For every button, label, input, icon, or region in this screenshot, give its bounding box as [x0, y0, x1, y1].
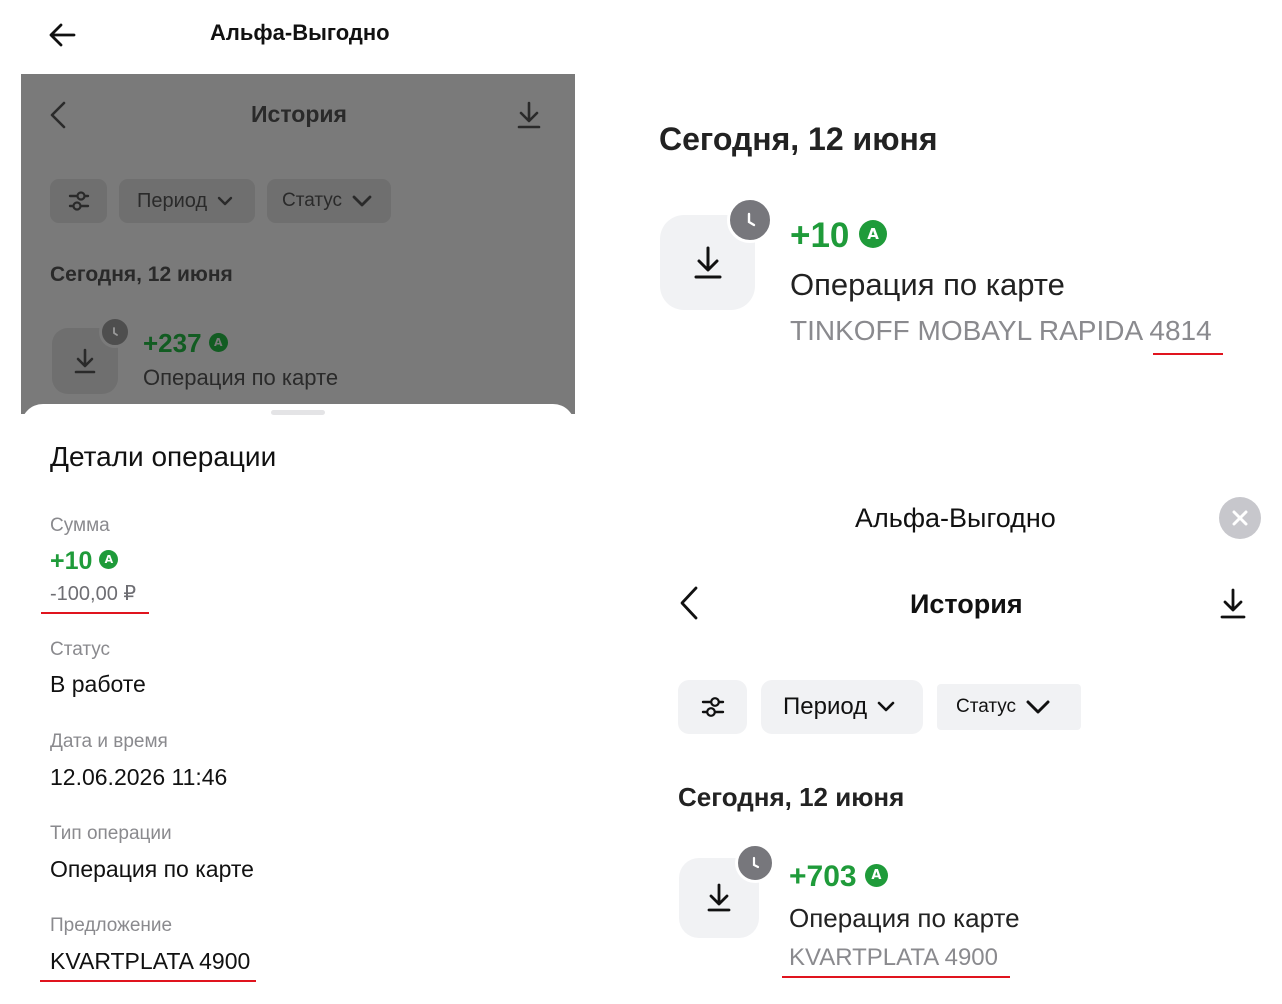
- status-filter[interactable]: Статус: [267, 179, 391, 223]
- details-title: Детали операции: [50, 441, 277, 472]
- pending-clock-badge: [99, 316, 131, 348]
- operation-amount: +237: [143, 328, 202, 358]
- offer-label: Предложение: [50, 915, 173, 936]
- sum-rub: -100,00 ₽: [50, 583, 137, 605]
- offer-value: KVARTPLATA 4900: [50, 948, 251, 974]
- operation-merchant: KVARTPLATA 4900: [789, 944, 999, 971]
- sliders-icon: [701, 697, 724, 717]
- datetime-label: Дата и время: [50, 731, 168, 752]
- clock-icon: [752, 856, 760, 869]
- page-title: Альфа-Выгодно: [210, 20, 390, 45]
- history-back-button[interactable]: [48, 100, 68, 130]
- history-title: История: [251, 101, 347, 127]
- status-filter-label: Статус: [956, 696, 1017, 717]
- alfa-points-badge: A: [859, 219, 888, 248]
- chevron-left-icon: [680, 586, 698, 620]
- chevron-down-icon: [877, 701, 895, 712]
- download-icon: [74, 348, 96, 374]
- red-underline: [1153, 353, 1223, 355]
- type-value: Операция по карте: [50, 856, 254, 882]
- clock-icon: [113, 327, 118, 336]
- history-download-button[interactable]: [1219, 588, 1247, 620]
- history-title: История: [910, 589, 1023, 619]
- history-date-header: Сегодня, 12 июня: [678, 782, 905, 812]
- chevron-down-icon: [352, 195, 372, 207]
- datetime-value: 12.06.2026 11:46: [50, 764, 228, 790]
- operation-merchant: TINKOFF MOBAYL RAPIDA 4814: [790, 315, 1212, 346]
- status-value: В работе: [50, 671, 146, 697]
- operation-description: Операция по карте: [789, 903, 1020, 933]
- operation-amount: +703: [789, 860, 857, 893]
- history-back-button[interactable]: [678, 585, 700, 621]
- operation-amount-row: +10 A: [790, 216, 888, 256]
- download-icon: [517, 101, 541, 129]
- period-filter-label: Период: [783, 693, 868, 720]
- download-icon: [694, 246, 721, 278]
- app-title: Альфа-Выгодно: [855, 503, 1056, 533]
- history-download-button[interactable]: [516, 101, 542, 129]
- status-filter[interactable]: Статус: [937, 684, 1081, 730]
- operation-description: Операция по карте: [143, 365, 339, 390]
- type-label: Тип операции: [50, 823, 172, 844]
- red-underline: [41, 612, 149, 614]
- red-underline: [782, 976, 1010, 978]
- status-label: Статус: [50, 639, 111, 660]
- alfa-points-badge: A: [864, 863, 888, 887]
- download-icon: [1220, 588, 1246, 619]
- back-button[interactable]: [48, 22, 76, 48]
- operation-amount: +10: [790, 216, 850, 255]
- sum-label: Сумма: [50, 515, 110, 536]
- download-icon: [707, 883, 731, 912]
- filter-settings-button[interactable]: [50, 179, 107, 223]
- status-filter-label: Статус: [282, 190, 343, 211]
- pending-clock-badge: [735, 843, 775, 883]
- period-filter[interactable]: Период: [761, 680, 923, 734]
- sheet-drag-handle[interactable]: [271, 410, 325, 415]
- operation-description: Операция по карте: [790, 267, 1065, 302]
- sum-points: +10: [50, 547, 93, 575]
- chevron-down-icon: [1026, 700, 1050, 714]
- history-date-header: Сегодня, 12 июня: [50, 263, 233, 286]
- sliders-icon: [68, 191, 89, 211]
- operation-details-sheet: [21, 404, 575, 1004]
- red-underline: [40, 980, 256, 982]
- clock-icon: [747, 212, 756, 227]
- operation-amount-row: +703 A: [789, 860, 888, 894]
- period-filter-label: Период: [137, 189, 208, 212]
- chevron-down-icon: [217, 196, 233, 206]
- chevron-left-icon: [50, 101, 66, 129]
- period-filter[interactable]: Период: [119, 179, 255, 223]
- close-button[interactable]: [1219, 497, 1261, 539]
- date-header: Сегодня, 12 июня: [659, 121, 938, 157]
- alfa-points-badge: A: [208, 332, 228, 352]
- arrow-left-icon: [49, 23, 76, 47]
- sum-points-row: +10 A: [50, 547, 119, 576]
- operation-amount-row: +237 A: [143, 328, 228, 359]
- pending-clock-badge: [727, 197, 773, 243]
- alfa-points-badge: A: [99, 549, 119, 569]
- filter-settings-button[interactable]: [678, 680, 747, 734]
- close-icon: [1232, 510, 1248, 526]
